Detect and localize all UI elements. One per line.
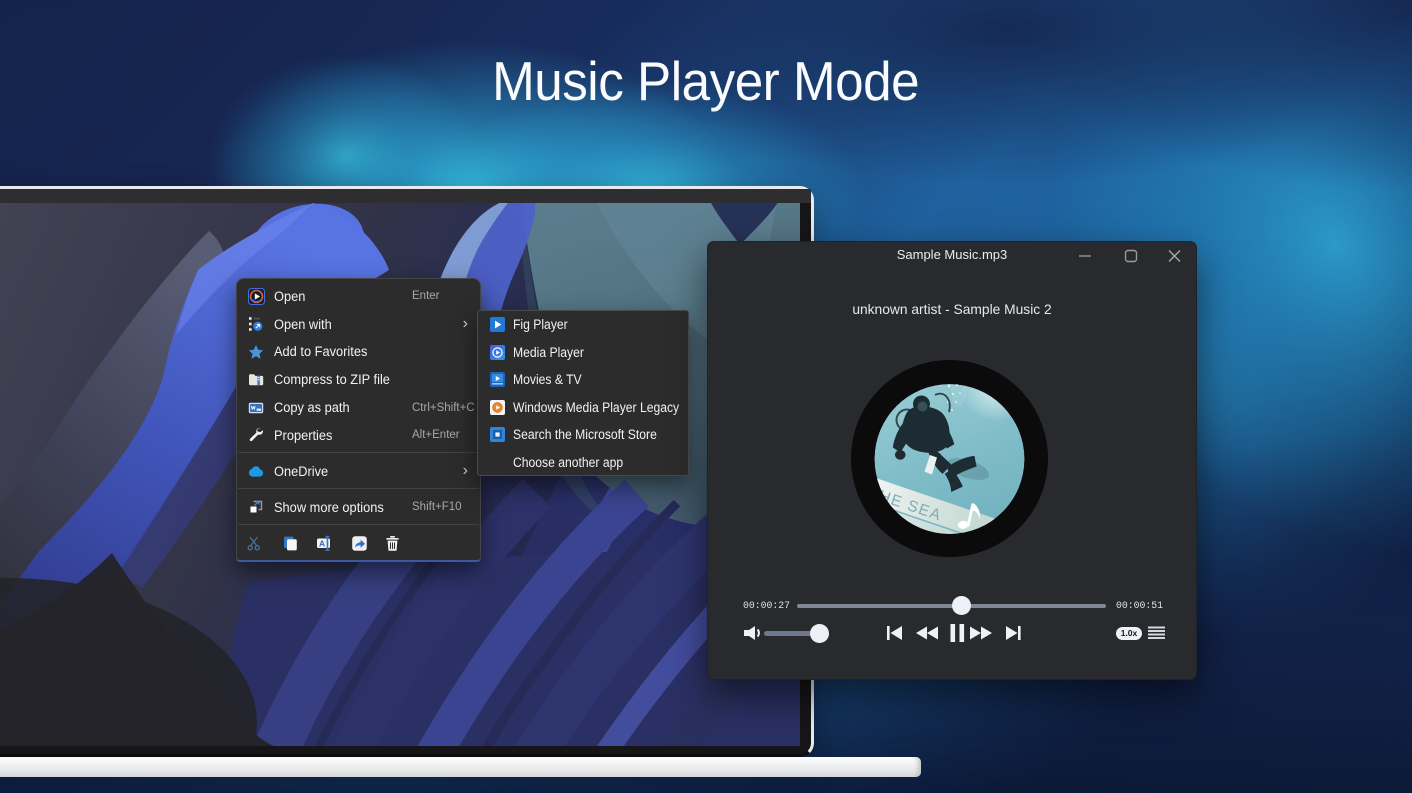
svg-text:A: A (319, 538, 325, 548)
